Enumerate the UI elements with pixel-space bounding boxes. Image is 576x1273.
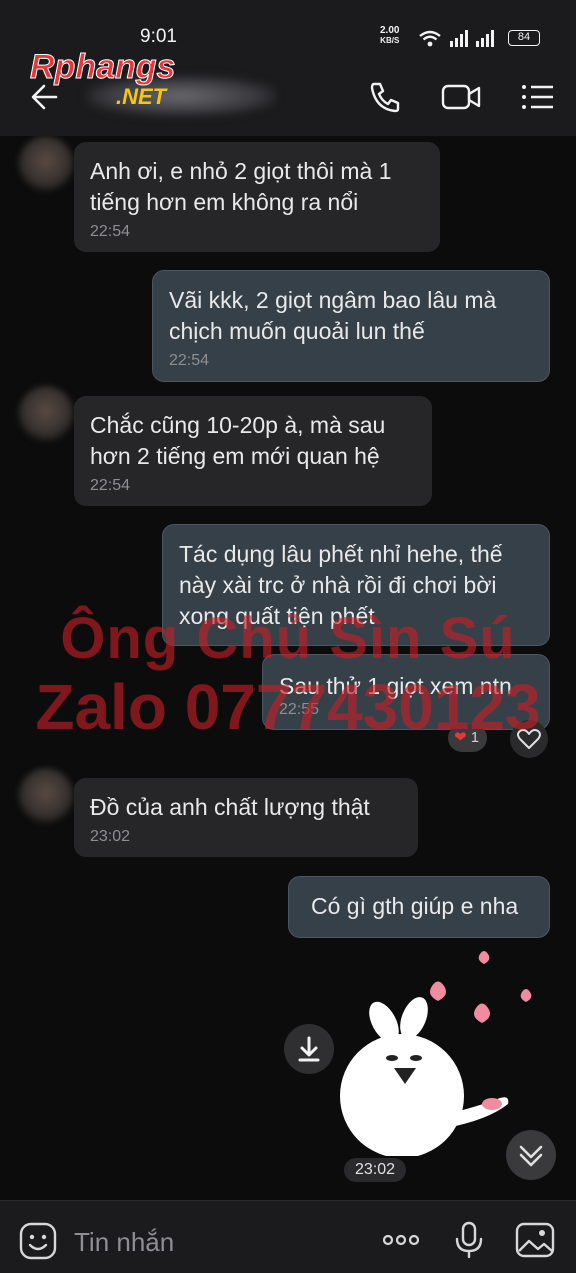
heart-outline-icon <box>517 729 541 749</box>
reaction-count[interactable]: ❤ 1 <box>448 724 488 752</box>
message-time: 22:54 <box>90 223 131 240</box>
message-input-bar: Tin nhắn <box>0 1200 576 1273</box>
network-speed-unit: KB/S <box>380 36 400 45</box>
download-icon <box>298 1036 320 1062</box>
message-time: 23:02 <box>90 828 131 845</box>
message-text: Vãi kkk, 2 giọt ngâm bao lâu mà chịch mu… <box>169 287 497 344</box>
menu-list-icon[interactable] <box>516 76 558 118</box>
chat-header: Rphangs .NET <box>0 48 576 136</box>
double-chevron-down-icon <box>519 1145 543 1167</box>
logo-sub-text: .NET <box>116 84 168 109</box>
message-text: Tác dụng lâu phết nhỉ hehe, thế này xài … <box>179 541 503 629</box>
message-text: Sau thử 1 giọt xem ntn <box>279 673 512 699</box>
message-bubble-outgoing[interactable]: Có gì gth giúp e nha <box>288 876 550 938</box>
message-bubble-incoming[interactable]: Chắc cũng 10-20p à, mà sau hơn 2 tiếng e… <box>74 396 432 506</box>
message-bubble-outgoing[interactable]: Tác dụng lâu phết nhỉ hehe, thế này xài … <box>162 524 550 646</box>
download-button[interactable] <box>284 1024 334 1074</box>
message-input[interactable]: Tin nhắn <box>74 1227 174 1258</box>
message-text: Anh ơi, e nhỏ 2 giọt thôi mà 1 tiếng hơn… <box>90 158 392 215</box>
status-time: 9:01 <box>140 26 177 47</box>
rphangs-logo: Rphangs .NET <box>30 48 176 110</box>
reaction-count-value: 1 <box>470 729 480 746</box>
message-text: Đồ của anh chất lượng thật <box>90 794 370 820</box>
message-time: 22:55 <box>279 701 320 718</box>
message-time: 22:54 <box>169 352 210 369</box>
message-bubble-incoming[interactable]: Anh ơi, e nhỏ 2 giọt thôi mà 1 tiếng hơn… <box>74 142 440 252</box>
contact-avatar[interactable] <box>18 768 74 824</box>
scroll-to-bottom-button[interactable] <box>506 1130 556 1180</box>
message-bubble-outgoing[interactable]: Sau thử 1 giọt xem ntn 22:55 <box>262 654 550 730</box>
more-options-icon[interactable] <box>380 1219 422 1261</box>
bunny-hearts-sticker[interactable] <box>340 946 550 1156</box>
contact-avatar[interactable] <box>18 386 74 442</box>
sticker-time: 23:02 <box>344 1158 406 1182</box>
network-speed: 2.00 KB/S <box>380 26 399 46</box>
message-bubble-outgoing[interactable]: Vãi kkk, 2 giọt ngâm bao lâu mà chịch mu… <box>152 270 550 382</box>
add-reaction-button[interactable] <box>510 720 548 758</box>
signal-wifi-icon <box>419 30 494 47</box>
network-speed-value: 2.00 <box>380 25 400 36</box>
contact-avatar[interactable] <box>18 136 74 192</box>
message-text: Có gì gth giúp e nha <box>311 893 519 919</box>
emoji-icon[interactable] <box>18 1221 58 1261</box>
microphone-icon[interactable] <box>448 1219 490 1261</box>
message-list[interactable]: Anh ơi, e nhỏ 2 giọt thôi mà 1 tiếng hơn… <box>0 136 576 1200</box>
logo-main-text: Rphangs <box>30 48 175 86</box>
battery-icon: 84 <box>508 30 540 46</box>
image-gallery-icon[interactable] <box>514 1219 556 1261</box>
video-call-icon[interactable] <box>440 76 482 118</box>
message-time: 22:54 <box>90 477 131 494</box>
message-text: Chắc cũng 10-20p à, mà sau hơn 2 tiếng e… <box>90 412 386 469</box>
message-bubble-incoming[interactable]: Đồ của anh chất lượng thật 23:02 <box>74 778 418 857</box>
heart-reaction-icon: ❤ <box>454 729 467 746</box>
phone-call-icon[interactable] <box>364 76 406 118</box>
